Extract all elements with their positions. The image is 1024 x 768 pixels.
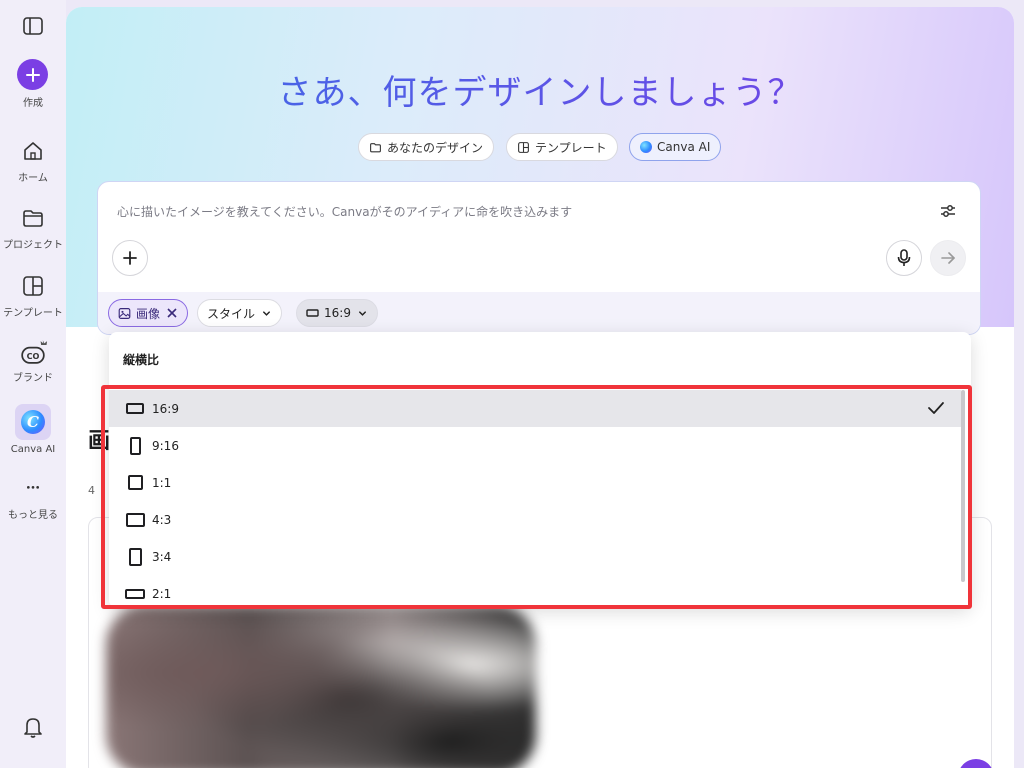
chip-label: 16:9 (324, 306, 351, 320)
sidebar-item-label: プロジェクト (3, 240, 63, 251)
create-label: 作成 (23, 98, 43, 109)
aspect-ratio-dropdown[interactable]: 16:9 (296, 299, 378, 327)
sidebar-item-label: もっと見る (8, 510, 58, 521)
tab-label: あなたのデザイン (387, 140, 484, 155)
prompt-options-bar: 画像 スタイル 16:9 (98, 292, 980, 334)
option-label: 2:1 (152, 586, 172, 601)
folder-icon (23, 210, 43, 227)
section-subtitle: 4 (88, 484, 95, 497)
ratio-option-1-1[interactable]: 1:1 (109, 464, 961, 501)
sidebar-item-label: ブランド (13, 373, 53, 384)
ratio-option-9-16[interactable]: 9:16 (109, 427, 961, 464)
prompt-box: 心に描いたイメージを教えてください。Canvaがそのアイディアに命を吹き込みます (97, 181, 981, 335)
sidebar-item-home[interactable]: ホーム (0, 139, 66, 184)
canva-ai-icon (640, 141, 652, 153)
sidebar-item-label: テンプレート (3, 308, 63, 319)
more-icon (27, 486, 39, 489)
ratio-option-4-3[interactable]: 4:3 (109, 501, 961, 538)
arrow-right-icon (941, 252, 955, 264)
image-mode-chip[interactable]: 画像 (108, 299, 189, 327)
settings-sliders-icon[interactable] (939, 202, 957, 220)
chevron-down-icon (263, 310, 270, 316)
sidebar-toggle-icon[interactable] (22, 15, 44, 37)
close-icon[interactable] (166, 307, 178, 319)
ratio-option-3-4[interactable]: 3:4 (109, 538, 961, 575)
canva-ai-icon: C (15, 404, 51, 440)
prompt-input[interactable]: 心に描いたイメージを教えてください。Canvaがそのアイディアに命を吹き込みます (117, 203, 572, 220)
sidebar-item-label: Canva AI (10, 444, 56, 455)
aspect-ratio-options: 16:9 9:16 1:1 4:3 3:4 2:1 (109, 390, 961, 602)
brand-icon: CO (21, 340, 48, 364)
sidebar-item-canva-ai[interactable]: C Canva AI (0, 404, 66, 455)
square-ratio-icon (127, 475, 143, 490)
create-button[interactable] (17, 59, 48, 90)
chevron-down-icon (358, 310, 366, 316)
plus-icon (25, 67, 40, 82)
plus-icon (123, 251, 137, 265)
option-label: 16:9 (152, 401, 179, 416)
style-dropdown[interactable]: スタイル (197, 299, 283, 327)
section-title: 画 (88, 429, 111, 454)
chip-label: 画像 (136, 306, 161, 321)
tab-templates[interactable]: テンプレート (506, 133, 618, 161)
sidebar-item-label: ホーム (18, 173, 48, 184)
aspect-ratio-menu: 縦横比 16:9 9:16 1:1 4:3 3:4 2:1 (109, 332, 971, 608)
home-icon (24, 142, 42, 160)
landscape-ratio-icon (125, 512, 145, 527)
sidebar-item-templates[interactable]: テンプレート (0, 274, 66, 319)
landscape-ratio-icon (126, 403, 144, 414)
landscape-ratio-icon (125, 588, 145, 599)
canva-ai-logo: C (21, 410, 45, 434)
option-label: 9:16 (152, 438, 179, 453)
microphone-button[interactable] (886, 240, 922, 276)
sidebar-item-brand[interactable]: CO ブランド (0, 339, 66, 384)
ratio-option-2-1[interactable]: 2:1 (109, 575, 961, 602)
option-label: 3:4 (152, 549, 172, 564)
bell-icon[interactable] (22, 715, 44, 739)
template-icon (518, 141, 529, 153)
sidebar: 作成 ホーム プロジェクト テンプレート CO ブランド C Canva AI … (0, 0, 66, 768)
sidebar-item-more[interactable]: もっと見る (0, 482, 66, 521)
option-label: 1:1 (152, 475, 172, 490)
tab-your-designs[interactable]: あなたのデザイン (358, 133, 495, 161)
folder-icon (370, 142, 381, 152)
menu-header: 縦横比 (123, 353, 160, 367)
tab-label: テンプレート (535, 140, 607, 155)
blurred-image-preview[interactable] (106, 605, 536, 768)
chip-label: スタイル (207, 306, 256, 321)
tab-canva-ai[interactable]: Canva AI (629, 133, 722, 161)
image-icon (118, 307, 131, 319)
send-button[interactable] (930, 240, 966, 276)
tab-label: Canva AI (657, 140, 711, 154)
svg-text:CO: CO (27, 351, 40, 361)
sidebar-item-projects[interactable]: プロジェクト (0, 206, 66, 251)
add-attachment-button[interactable] (112, 240, 148, 276)
microphone-icon (897, 249, 911, 266)
portrait-ratio-icon (129, 436, 141, 455)
page-title: さあ、何をデザインしましょう？ (66, 65, 1014, 114)
landscape-ratio-icon (306, 309, 319, 317)
menu-scrollbar[interactable] (961, 390, 965, 582)
template-icon (23, 276, 43, 296)
ratio-option-16-9[interactable]: 16:9 (109, 390, 961, 427)
checkmark-icon (928, 402, 944, 414)
portrait-ratio-icon (128, 547, 142, 566)
option-label: 4:3 (152, 512, 172, 527)
